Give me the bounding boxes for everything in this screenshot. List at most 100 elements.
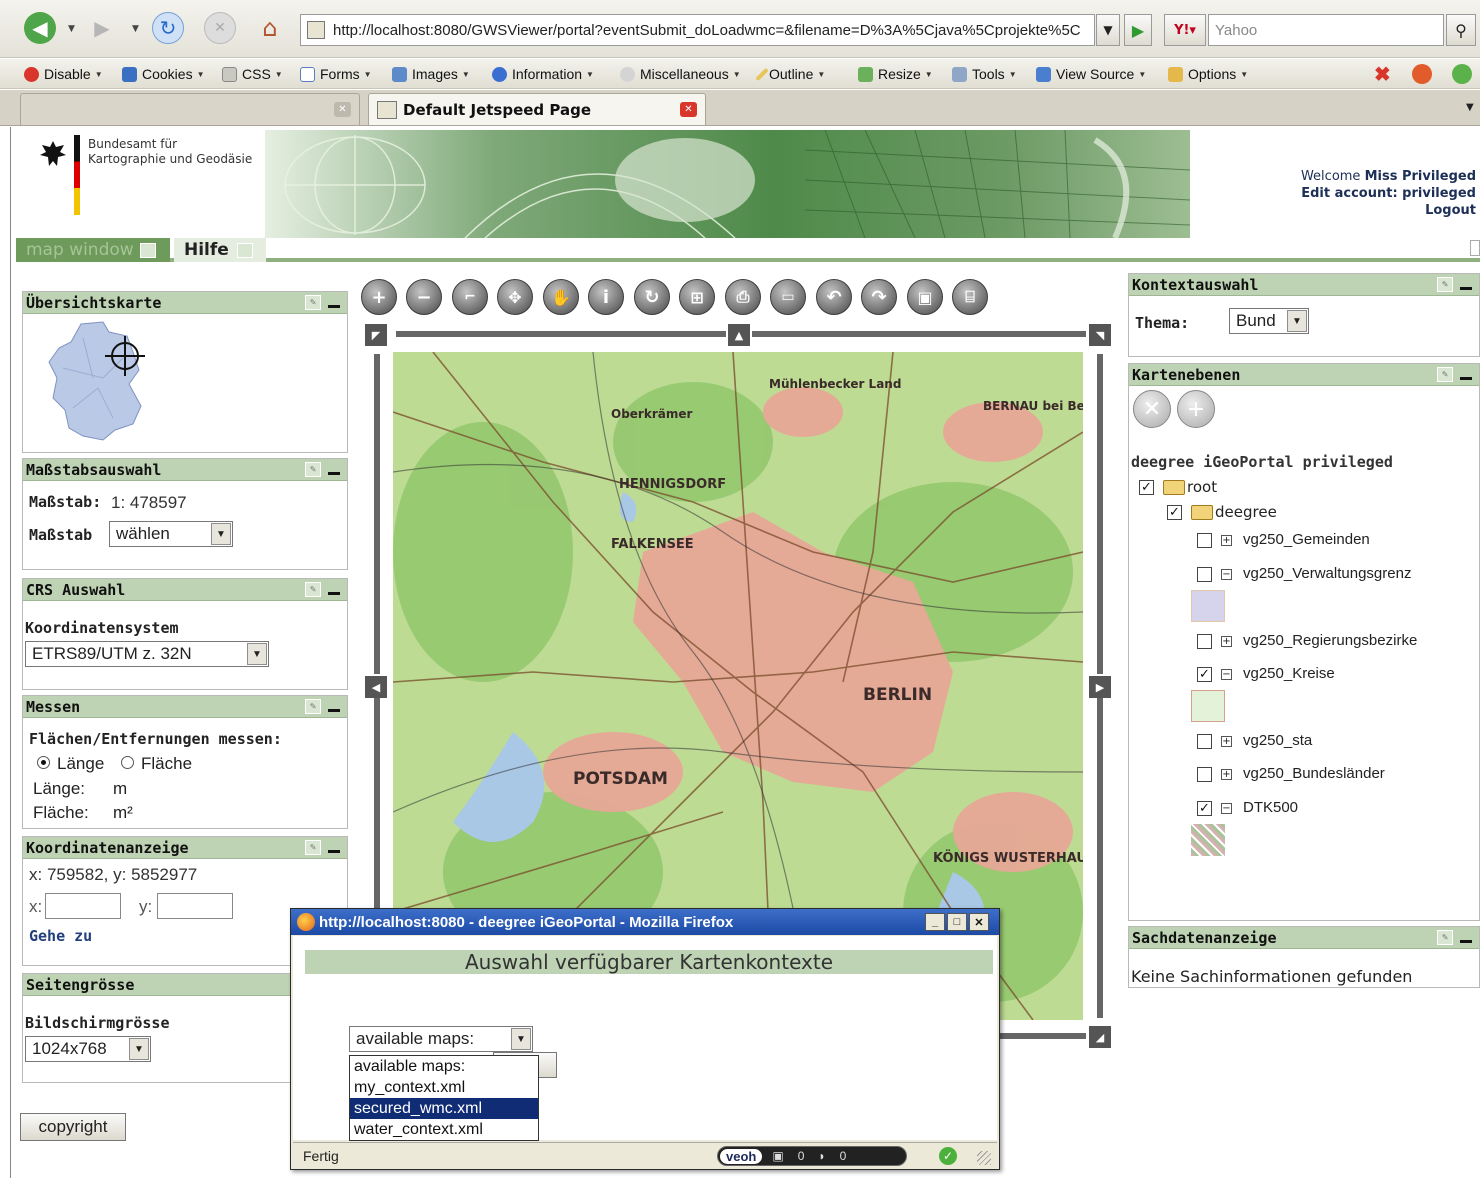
undo-icon[interactable]: ↶ bbox=[816, 279, 852, 315]
edit-pencil-icon[interactable] bbox=[139, 242, 156, 258]
edit-pencil-icon[interactable]: ✎ bbox=[305, 462, 321, 477]
minimize-icon[interactable] bbox=[326, 699, 342, 714]
minimize-icon[interactable] bbox=[1458, 277, 1474, 292]
tab-map-window[interactable]: map window bbox=[16, 238, 170, 262]
forward-arrow-icon[interactable]: ▶ bbox=[86, 12, 118, 44]
logout-link[interactable]: Logout bbox=[1301, 202, 1476, 219]
layer-checkbox-bundeslaender[interactable] bbox=[1197, 767, 1212, 782]
layer-label-gemeinden[interactable]: vg250_Gemeinden bbox=[1243, 531, 1370, 548]
back-arrow-icon[interactable]: ◀ bbox=[24, 12, 56, 44]
expand-icon[interactable]: + bbox=[1221, 535, 1232, 546]
print-icon[interactable]: ⎙ bbox=[725, 279, 761, 315]
window-maximize-icon[interactable]: □ bbox=[947, 913, 967, 931]
remove-layer-icon[interactable]: ✕ bbox=[1133, 390, 1171, 428]
edit-pencil-icon[interactable]: ✎ bbox=[305, 582, 321, 597]
home-icon[interactable]: ⌂ bbox=[254, 12, 286, 44]
layer-checkbox-verwaltungsgrenz[interactable] bbox=[1197, 567, 1212, 582]
tab-close-icon[interactable]: ✕ bbox=[334, 102, 351, 117]
warnings-icon[interactable] bbox=[1412, 64, 1437, 84]
layer-label-regierungsbezirke[interactable]: vg250_Regierungsbezirke bbox=[1243, 632, 1417, 649]
menu-scroll-handle[interactable] bbox=[1470, 240, 1480, 256]
search-magnifier-icon[interactable]: ⚲ bbox=[1446, 14, 1476, 46]
layer-checkbox-gemeinden[interactable] bbox=[1197, 533, 1212, 548]
edit-account-link[interactable]: Edit account: privileged bbox=[1301, 185, 1476, 202]
recenter-icon[interactable]: ✥ bbox=[497, 279, 533, 315]
copyright-button[interactable]: copyright bbox=[20, 1113, 126, 1141]
tab-hilfe[interactable]: Hilfe bbox=[174, 238, 266, 262]
pan-southeast-arrow-icon[interactable]: ◢ bbox=[1089, 1026, 1111, 1048]
wd-cookies-menu[interactable]: Cookies ▼ bbox=[122, 64, 205, 84]
zoom-box-icon[interactable]: ⌐ bbox=[452, 279, 488, 315]
screen-size-select[interactable]: 1024x768 ▼ bbox=[25, 1036, 151, 1062]
thema-select[interactable]: Bund ▼ bbox=[1229, 308, 1309, 334]
collapse-icon[interactable]: − bbox=[1221, 669, 1232, 680]
add-layer-icon[interactable]: + bbox=[1177, 390, 1215, 428]
tree-root-label[interactable]: root bbox=[1187, 478, 1217, 496]
wd-tools-menu[interactable]: Tools ▼ bbox=[952, 64, 1017, 84]
search-input[interactable]: Yahoo bbox=[1208, 14, 1444, 46]
wd-information-menu[interactable]: Information ▼ bbox=[492, 64, 594, 84]
dropdown-option-selected[interactable]: secured_wmc.xml bbox=[350, 1098, 538, 1119]
refresh-icon[interactable]: ↻ bbox=[634, 279, 670, 315]
wd-miscellaneous-menu[interactable]: Miscellaneous ▼ bbox=[620, 64, 741, 84]
tab-list-dropdown-icon[interactable]: ▼ bbox=[1466, 102, 1474, 113]
wd-images-menu[interactable]: Images ▼ bbox=[392, 64, 470, 84]
minimize-icon[interactable] bbox=[326, 840, 342, 855]
pan-hand-icon[interactable]: ✋ bbox=[543, 279, 579, 315]
collapse-icon[interactable]: − bbox=[1221, 803, 1232, 814]
layer-label-dtk500[interactable]: DTK500 bbox=[1243, 799, 1298, 816]
pan-northeast-arrow-icon[interactable]: ◥ bbox=[1089, 324, 1111, 346]
deegree-group-checkbox[interactable]: ✓ bbox=[1167, 505, 1182, 520]
yahoo-search-engine-icon[interactable]: Y!▾ bbox=[1164, 14, 1206, 46]
dropdown-option[interactable]: available maps: bbox=[350, 1056, 538, 1077]
info-icon[interactable]: i bbox=[588, 279, 624, 315]
layer-checkbox-regierungsbezirke[interactable] bbox=[1197, 634, 1212, 649]
url-history-dropdown-icon[interactable]: ▼ bbox=[1096, 14, 1120, 46]
measure-ruler-icon[interactable]: ▭ bbox=[770, 279, 806, 315]
available-maps-select[interactable]: available maps: ▼ bbox=[349, 1026, 533, 1052]
edit-pencil-icon[interactable]: ✎ bbox=[305, 840, 321, 855]
goto-link[interactable]: Gehe zu bbox=[29, 927, 92, 945]
radio-length[interactable] bbox=[37, 756, 50, 769]
go-arrow-icon[interactable]: ▶ bbox=[1124, 14, 1152, 46]
wd-forms-menu[interactable]: Forms ▼ bbox=[300, 64, 372, 84]
edit-pencil-icon[interactable]: ✎ bbox=[305, 295, 321, 310]
wd-outline-menu[interactable]: Outline ▼ bbox=[755, 64, 825, 84]
zoom-in-icon[interactable]: + bbox=[361, 279, 397, 315]
window-close-icon[interactable]: ✕ bbox=[969, 913, 989, 931]
root-checkbox[interactable]: ✓ bbox=[1139, 480, 1154, 495]
redo-icon[interactable]: ↷ bbox=[861, 279, 897, 315]
errors-cross-icon[interactable]: ✖ bbox=[1374, 64, 1391, 86]
layer-checkbox-sta[interactable] bbox=[1197, 734, 1212, 749]
expand-icon[interactable]: + bbox=[1221, 636, 1232, 647]
expand-icon[interactable]: + bbox=[1221, 769, 1232, 780]
layer-label-sta[interactable]: vg250_sta bbox=[1243, 732, 1312, 749]
pan-north-arrow-icon[interactable]: ▲ bbox=[728, 324, 750, 346]
url-bar[interactable]: http://localhost:8080/GWSViewer/portal?e… bbox=[300, 14, 1095, 46]
x-input[interactable] bbox=[45, 893, 121, 919]
minimize-icon[interactable] bbox=[326, 462, 342, 477]
minimize-icon[interactable] bbox=[1458, 930, 1474, 945]
radio-area[interactable] bbox=[121, 756, 134, 769]
wd-view-source-menu[interactable]: View Source ▼ bbox=[1036, 64, 1146, 84]
forward-history-dropdown-icon[interactable]: ▼ bbox=[132, 24, 139, 34]
layer-label-bundeslaender[interactable]: vg250_Bundesländer bbox=[1243, 765, 1385, 782]
minimize-icon[interactable] bbox=[326, 295, 342, 310]
layer-checkbox-dtk500[interactable]: ✓ bbox=[1197, 801, 1212, 816]
edit-pencil-icon[interactable]: ✎ bbox=[305, 699, 321, 714]
dropdown-option[interactable]: my_context.xml bbox=[350, 1077, 538, 1098]
open-folder-icon[interactable]: ⌸ bbox=[952, 279, 988, 315]
wd-disable-menu[interactable]: Disable ▼ bbox=[24, 64, 103, 84]
edit-pencil-icon[interactable] bbox=[236, 242, 253, 258]
validation-ok-icon[interactable] bbox=[1452, 64, 1477, 84]
tree-group-label[interactable]: deegree bbox=[1215, 503, 1277, 521]
layer-checkbox-kreise[interactable]: ✓ bbox=[1197, 667, 1212, 682]
tab-close-icon[interactable]: ✕ bbox=[680, 102, 697, 117]
wd-css-menu[interactable]: CSS ▼ bbox=[222, 64, 283, 84]
layer-label-verwaltungsgrenz[interactable]: vg250_Verwaltungsgrenz bbox=[1243, 565, 1411, 582]
back-history-dropdown-icon[interactable]: ▼ bbox=[68, 24, 75, 34]
zoom-out-icon[interactable]: − bbox=[406, 279, 442, 315]
layer-label-kreise[interactable]: vg250_Kreise bbox=[1243, 665, 1335, 682]
collapse-icon[interactable]: − bbox=[1221, 569, 1232, 580]
minimize-icon[interactable] bbox=[1458, 367, 1474, 382]
